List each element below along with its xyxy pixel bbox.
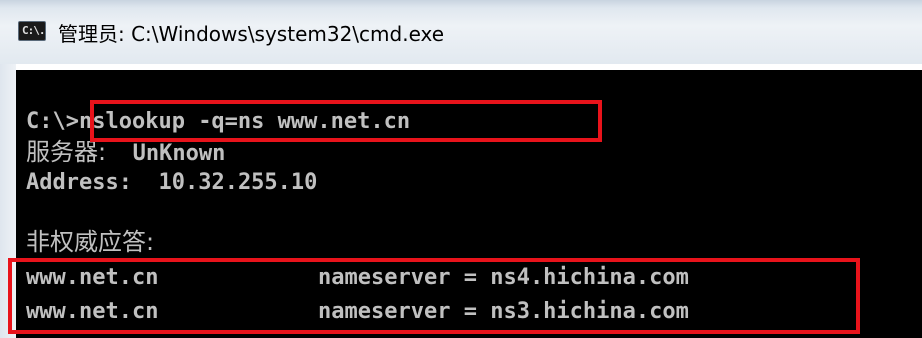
cmd-icon-glyph: C:\. bbox=[22, 24, 45, 37]
non-authoritative-header: 非权威应答: bbox=[26, 228, 155, 256]
cmd-window: C:\. 管理员: C:\Windows\system32\cmd.exe C:… bbox=[0, 0, 922, 338]
server-value: UnKnown bbox=[132, 141, 226, 166]
command-highlight-box bbox=[90, 100, 602, 142]
prompt: C:\> bbox=[26, 109, 79, 134]
window-title: 管理员: C:\Windows\system32\cmd.exe bbox=[58, 22, 445, 46]
server-label: 服务器: bbox=[26, 138, 107, 166]
address-value: 10.32.255.10 bbox=[158, 170, 318, 195]
cmd-icon[interactable]: C:\. bbox=[18, 21, 46, 41]
records-highlight-box bbox=[8, 258, 860, 334]
server-line: 服务器: UnKnown bbox=[26, 138, 225, 168]
title-bar[interactable]: C:\. 管理员: C:\Windows\system32\cmd.exe bbox=[0, 0, 922, 64]
address-label: Address: bbox=[26, 170, 132, 195]
address-line: Address: 10.32.255.10 bbox=[26, 169, 317, 197]
